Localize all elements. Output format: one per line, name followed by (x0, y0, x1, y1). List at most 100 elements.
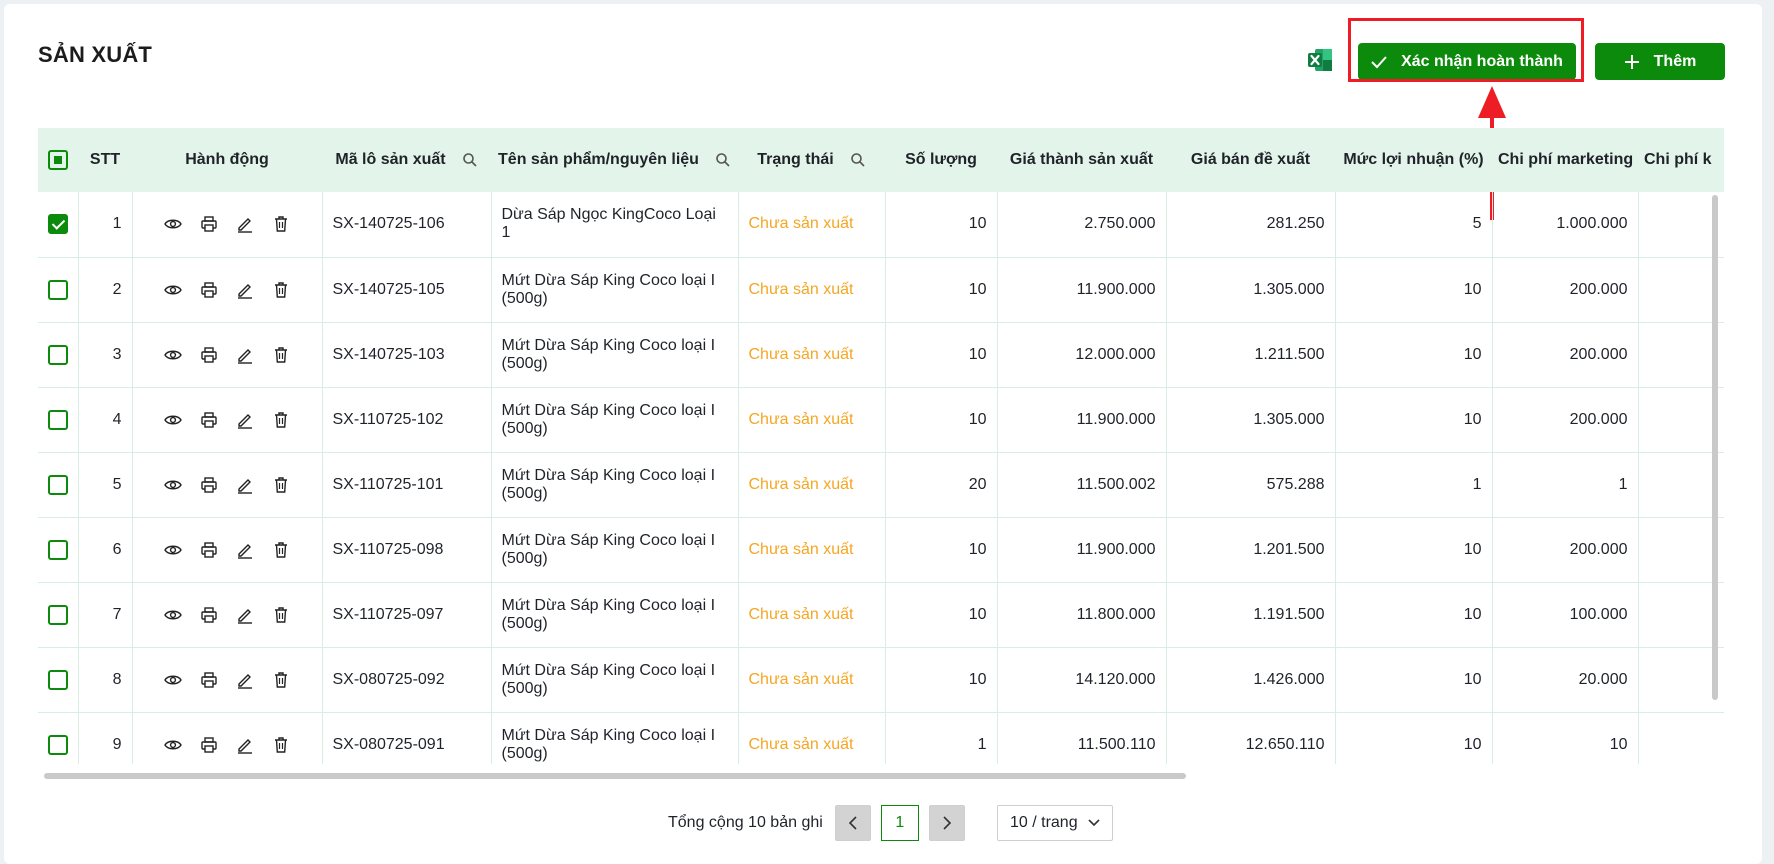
header-actions: Hành động (132, 128, 322, 192)
cell-actions (132, 647, 323, 713)
eye-icon[interactable] (164, 736, 182, 754)
row-checkbox[interactable] (47, 734, 68, 755)
trash-icon[interactable] (272, 606, 290, 624)
row-checkbox[interactable] (47, 344, 68, 365)
edit-icon[interactable] (236, 215, 254, 233)
printer-icon[interactable] (200, 671, 218, 689)
chevron-down-icon (1088, 819, 1100, 827)
horizontal-scrollbar[interactable] (44, 773, 1186, 779)
cell-qty: 1 (885, 712, 998, 764)
trash-icon[interactable] (272, 215, 290, 233)
printer-icon[interactable] (200, 411, 218, 429)
cell-status: Chưa sản xuất (738, 452, 886, 518)
table-row[interactable]: 2 SX-140725-105 Mứt Dừa Sáp King Coco lo… (38, 257, 1724, 323)
row-select-cell[interactable] (38, 257, 79, 323)
search-icon[interactable] (850, 152, 866, 168)
row-select-cell[interactable] (38, 387, 79, 453)
eye-icon[interactable] (164, 215, 182, 233)
cell-price: 1.201.500 (1166, 517, 1336, 583)
eye-icon[interactable] (164, 671, 182, 689)
printer-icon[interactable] (200, 736, 218, 754)
table-row[interactable]: 3 SX-140725-103 Mứt Dừa Sáp King Coco lo… (38, 322, 1724, 388)
cell-marketing: 1 (1492, 452, 1639, 518)
cell-lot: SX-080725-091 (322, 712, 492, 764)
trash-icon[interactable] (272, 476, 290, 494)
add-button[interactable]: Thêm (1595, 43, 1725, 80)
eye-icon[interactable] (164, 411, 182, 429)
edit-icon[interactable] (236, 346, 254, 364)
edit-icon[interactable] (236, 541, 254, 559)
cell-qty: 10 (885, 582, 998, 648)
header-product-label: Tên sản phẩm/nguyên liệu (498, 151, 699, 168)
page-size-select[interactable]: 10 / trang (996, 805, 1113, 841)
printer-icon[interactable] (200, 281, 218, 299)
printer-icon[interactable] (200, 541, 218, 559)
edit-icon[interactable] (236, 606, 254, 624)
cell-qty: 20 (885, 452, 998, 518)
table-row[interactable]: 7 SX-110725-097 Mứt Dừa Sáp King Coco lo… (38, 582, 1724, 648)
table-row[interactable]: 5 SX-110725-101 Mứt Dừa Sáp King Coco lo… (38, 452, 1724, 518)
trash-icon[interactable] (272, 411, 290, 429)
cell-price: 1.305.000 (1166, 257, 1336, 323)
row-checkbox[interactable] (47, 214, 68, 235)
excel-icon[interactable] (1306, 46, 1334, 74)
table-row[interactable]: 4 SX-110725-102 Mứt Dừa Sáp King Coco lo… (38, 387, 1724, 453)
cell-margin: 10 (1335, 257, 1493, 323)
cell-marketing: 200.000 (1492, 517, 1639, 583)
trash-icon[interactable] (272, 671, 290, 689)
row-checkbox[interactable] (47, 539, 68, 560)
eye-icon[interactable] (164, 541, 182, 559)
next-page-button[interactable] (928, 805, 965, 841)
edit-icon[interactable] (236, 671, 254, 689)
cell-cost: 11.900.000 (997, 257, 1167, 323)
search-icon[interactable] (462, 152, 478, 168)
row-checkbox[interactable] (47, 604, 68, 625)
eye-icon[interactable] (164, 606, 182, 624)
row-select-cell[interactable] (38, 452, 79, 518)
table-row[interactable]: 8 SX-080725-092 Mứt Dừa Sáp King Coco lo… (38, 647, 1724, 713)
page-number-button[interactable]: 1 (880, 805, 919, 841)
printer-icon[interactable] (200, 215, 218, 233)
vertical-scrollbar[interactable] (1712, 195, 1718, 700)
cell-stt: 8 (78, 647, 133, 713)
select-all-checkbox[interactable] (48, 150, 68, 170)
row-select-cell[interactable] (38, 322, 79, 388)
cell-lot: SX-110725-097 (322, 582, 492, 648)
row-select-cell[interactable] (38, 582, 79, 648)
prev-page-button[interactable] (834, 805, 871, 841)
row-select-cell[interactable] (38, 712, 79, 764)
printer-icon[interactable] (200, 606, 218, 624)
edit-icon[interactable] (236, 281, 254, 299)
eye-icon[interactable] (164, 476, 182, 494)
table-row[interactable]: 6 SX-110725-098 Mứt Dừa Sáp King Coco lo… (38, 517, 1724, 583)
header-qty: Số lượng (885, 128, 997, 192)
row-select-cell[interactable] (38, 192, 79, 258)
eye-icon[interactable] (164, 346, 182, 364)
header-cost: Giá thành sản xuất (997, 128, 1166, 192)
table-row[interactable]: 1 SX-140725-106 Dừa Sáp Ngọc KingCoco Lo… (38, 192, 1724, 258)
page-size-label: 10 / trang (1009, 814, 1078, 831)
row-checkbox[interactable] (47, 279, 68, 300)
trash-icon[interactable] (272, 541, 290, 559)
row-select-cell[interactable] (38, 517, 79, 583)
eye-icon[interactable] (164, 281, 182, 299)
cell-marketing: 10 (1492, 712, 1639, 764)
cell-price: 575.288 (1166, 452, 1336, 518)
trash-icon[interactable] (272, 281, 290, 299)
printer-icon[interactable] (200, 476, 218, 494)
printer-icon[interactable] (200, 346, 218, 364)
cell-qty: 10 (885, 257, 998, 323)
edit-icon[interactable] (236, 411, 254, 429)
edit-icon[interactable] (236, 736, 254, 754)
row-checkbox[interactable] (47, 409, 68, 430)
edit-icon[interactable] (236, 476, 254, 494)
search-icon[interactable] (715, 152, 731, 168)
row-select-cell[interactable] (38, 647, 79, 713)
select-all-cell[interactable] (38, 128, 78, 192)
row-checkbox[interactable] (47, 474, 68, 495)
header-product: Tên sản phẩm/nguyên liệu (491, 128, 738, 192)
table-row[interactable]: 9 SX-080725-091 Mứt Dừa Sáp King Coco lo… (38, 712, 1724, 764)
trash-icon[interactable] (272, 736, 290, 754)
row-checkbox[interactable] (47, 669, 68, 690)
trash-icon[interactable] (272, 346, 290, 364)
